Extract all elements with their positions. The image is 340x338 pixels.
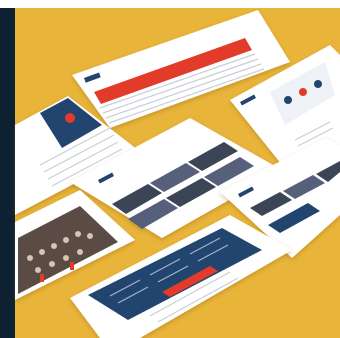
isometric-mockups: [15, 10, 340, 338]
illustration-figure: [284, 96, 292, 104]
illustration-figure: [314, 80, 322, 88]
mockup-canvas: [0, 0, 340, 338]
illustration-figure: [299, 88, 307, 96]
hero-person: [65, 113, 75, 123]
